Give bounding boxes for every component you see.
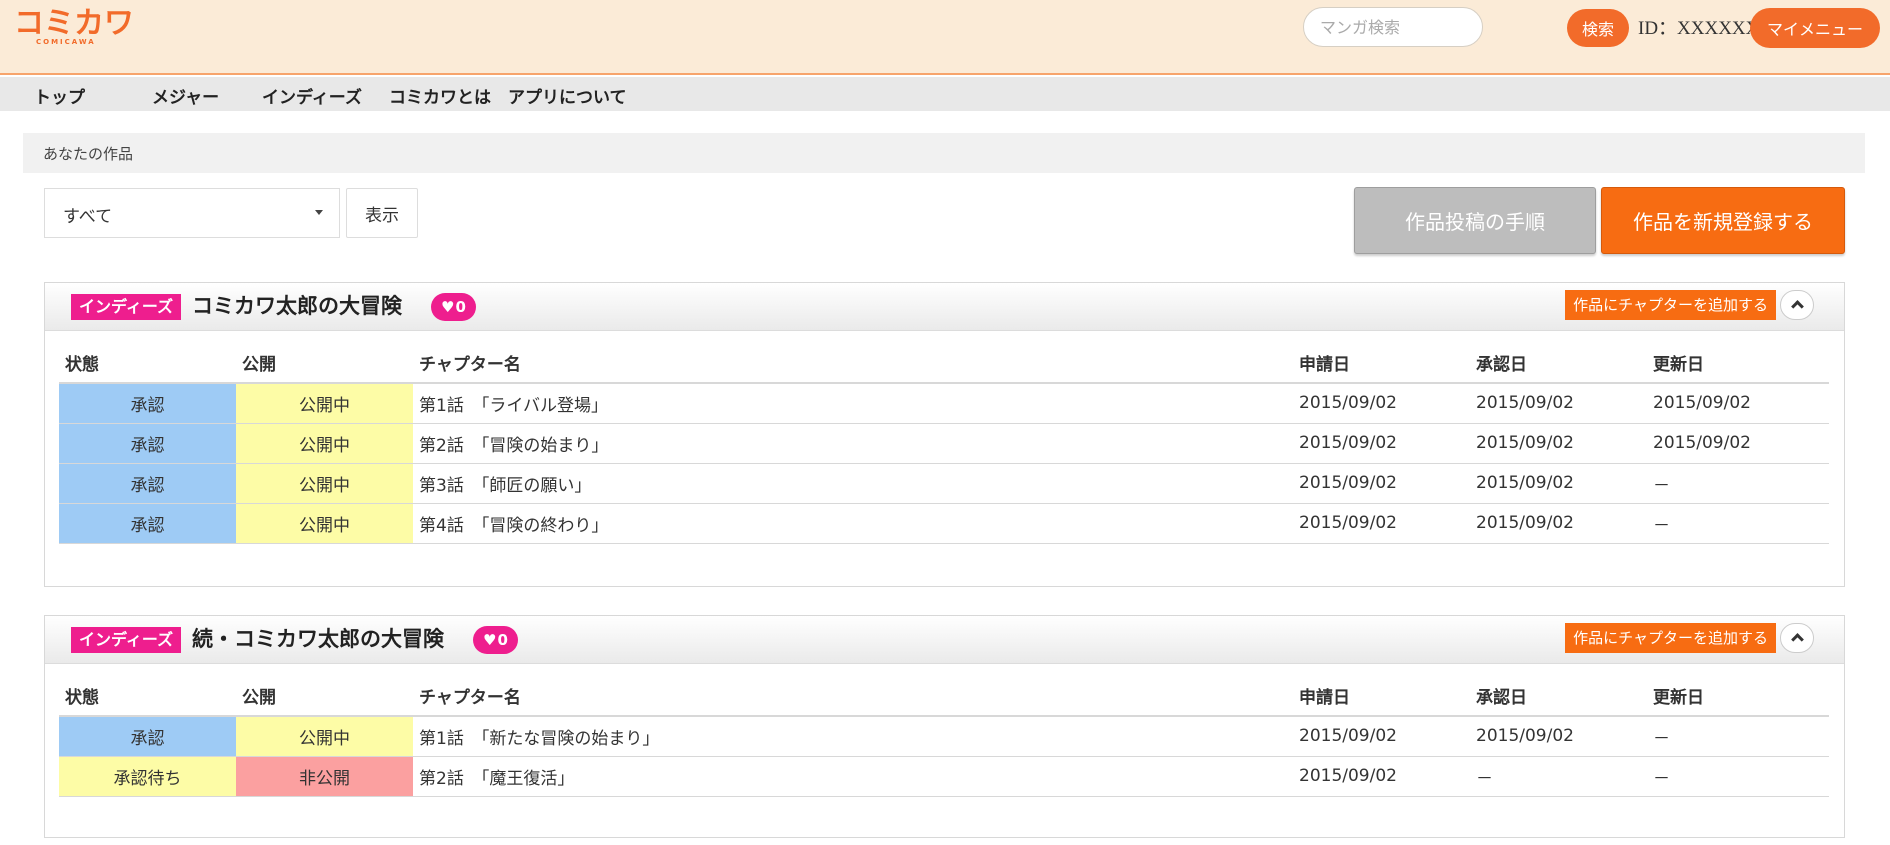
updated-date: － [1647,716,1829,757]
col-updated: 更新日 [1647,676,1829,717]
logo-text: コミカワ [14,6,134,41]
applied-date: 2015/09/02 [1293,463,1470,504]
applied-date: 2015/09/02 [1293,423,1470,464]
like-count: 0 [455,298,466,316]
table-row[interactable]: 承認 公開中 第3話 「師匠の願い」 2015/09/02 2015/09/02… [59,463,1829,504]
applied-date: 2015/09/02 [1293,756,1470,797]
updated-date: － [1647,756,1829,797]
col-public: 公開 [236,676,413,717]
nav-item-indies[interactable]: インディーズ [262,83,362,108]
work-panel: インディーズ コミカワ太郎の大冒険 ♥0 作品にチャプターを追加する 状態 公開… [44,282,1845,587]
approved-date: 2015/09/02 [1470,716,1647,757]
applied-date: 2015/09/02 [1293,716,1470,757]
col-chapter: チャプター名 [413,343,1293,384]
nav-item-major[interactable]: メジャー [152,83,219,108]
table-header-row: 状態 公開 チャプター名 申請日 承認日 更新日 [59,343,1829,384]
category-tag: インディーズ [71,627,182,653]
col-status: 状態 [59,676,236,717]
public-cell: 非公開 [236,756,413,797]
table-header-row: 状態 公開 チャプター名 申請日 承認日 更新日 [59,676,1829,717]
public-cell: 公開中 [236,463,413,504]
chapter-name[interactable]: 第4話 「冒険の終わり」 [413,503,1293,544]
caret-down-icon [315,210,323,215]
updated-date: － [1647,463,1829,504]
user-id: ID：XXXXXX [1638,18,1760,39]
search-button[interactable]: 検索 [1567,9,1629,47]
status-cell: 承認 [59,503,236,544]
table-row[interactable]: 承認 公開中 第1話 「ライバル登場」 2015/09/02 2015/09/0… [59,383,1829,424]
like-badge: ♥0 [473,626,518,654]
work-title[interactable]: 続・コミカワ太郎の大冒険 [192,623,444,653]
chapter-table: 状態 公開 チャプター名 申請日 承認日 更新日 承認 公開中 第1話 「ライバ… [59,343,1829,544]
main-nav: トップ メジャー インディーズ コミカワとは アプリについて [0,77,1890,111]
table-row[interactable]: 承認 公開中 第2話 「冒険の始まり」 2015/09/02 2015/09/0… [59,423,1829,464]
table-row[interactable]: 承認 公開中 第1話 「新たな冒険の始まり」 2015/09/02 2015/0… [59,716,1829,757]
heart-icon: ♥ [441,298,455,316]
chevron-up-icon [1791,633,1804,646]
updated-date: 2015/09/02 [1647,383,1829,424]
updated-date: － [1647,503,1829,544]
mymenu-button[interactable]: マイメニュー [1750,8,1880,48]
heart-icon: ♥ [483,631,497,649]
approved-date: 2015/09/02 [1470,503,1647,544]
chapter-name[interactable]: 第2話 「魔王復活」 [413,756,1293,797]
work-panel: インディーズ 続・コミカワ太郎の大冒険 ♥0 作品にチャプターを追加する 状態 … [44,615,1845,838]
table-row[interactable]: 承認待ち 非公開 第2話 「魔王復活」 2015/09/02 － － [59,756,1829,797]
status-cell: 承認 [59,463,236,504]
col-chapter: チャプター名 [413,676,1293,717]
col-updated: 更新日 [1647,343,1829,384]
status-cell: 承認 [59,383,236,424]
chevron-up-icon [1791,300,1804,313]
table-row[interactable]: 承認 公開中 第4話 「冒険の終わり」 2015/09/02 2015/09/0… [59,503,1829,544]
col-approved: 承認日 [1470,676,1647,717]
applied-date: 2015/09/02 [1293,503,1470,544]
col-status: 状態 [59,343,236,384]
approved-date: 2015/09/02 [1470,463,1647,504]
like-badge: ♥0 [431,293,476,321]
public-cell: 公開中 [236,423,413,464]
status-cell: 承認待ち [59,756,236,797]
nav-item-about[interactable]: コミカワとは [389,83,491,108]
approved-date: － [1470,756,1647,797]
category-tag: インディーズ [71,294,182,320]
col-public: 公開 [236,343,413,384]
collapse-button[interactable] [1780,290,1814,320]
nav-item-app[interactable]: アプリについて [508,83,627,108]
collapse-button[interactable] [1780,623,1814,653]
approved-date: 2015/09/02 [1470,423,1647,464]
register-new-work-button[interactable]: 作品を新規登録する [1601,187,1845,254]
manga-search-input[interactable] [1303,7,1483,47]
comicawa-logo[interactable]: コミカワ COMICAWA [14,4,134,46]
display-button[interactable]: 表示 [346,188,418,238]
work-title[interactable]: コミカワ太郎の大冒険 [192,290,402,320]
chapter-name[interactable]: 第2話 「冒険の始まり」 [413,423,1293,464]
public-cell: 公開中 [236,383,413,424]
col-applied: 申請日 [1293,343,1470,384]
logo-subtext: COMICAWA [36,38,96,46]
posting-guide-button[interactable]: 作品投稿の手順 [1354,187,1596,254]
chapter-name[interactable]: 第3話 「師匠の願い」 [413,463,1293,504]
updated-date: 2015/09/02 [1647,423,1829,464]
filter-selected-value: すべて [63,207,113,227]
applied-date: 2015/09/02 [1293,383,1470,424]
public-cell: 公開中 [236,503,413,544]
chapter-table: 状態 公開 チャプター名 申請日 承認日 更新日 承認 公開中 第1話 「新たな… [59,676,1829,797]
breadcrumb: あなたの作品 [23,133,1865,173]
approved-date: 2015/09/02 [1470,383,1647,424]
work-panel-header: インディーズ 続・コミカワ太郎の大冒険 ♥0 作品にチャプターを追加する [45,616,1844,664]
status-cell: 承認 [59,423,236,464]
status-cell: 承認 [59,716,236,757]
public-cell: 公開中 [236,716,413,757]
add-chapter-button[interactable]: 作品にチャプターを追加する [1565,290,1776,320]
chapter-name[interactable]: 第1話 「ライバル登場」 [413,383,1293,424]
col-applied: 申請日 [1293,676,1470,717]
site-header: コミカワ COMICAWA 検索 ID：XXXXXX マイメニュー [0,0,1890,75]
work-panel-header: インディーズ コミカワ太郎の大冒険 ♥0 作品にチャプターを追加する [45,283,1844,331]
nav-item-top[interactable]: トップ [34,83,85,108]
add-chapter-button[interactable]: 作品にチャプターを追加する [1565,623,1776,653]
like-count: 0 [497,631,508,649]
work-filter-select[interactable]: すべて [44,188,340,238]
col-approved: 承認日 [1470,343,1647,384]
chapter-name[interactable]: 第1話 「新たな冒険の始まり」 [413,716,1293,757]
